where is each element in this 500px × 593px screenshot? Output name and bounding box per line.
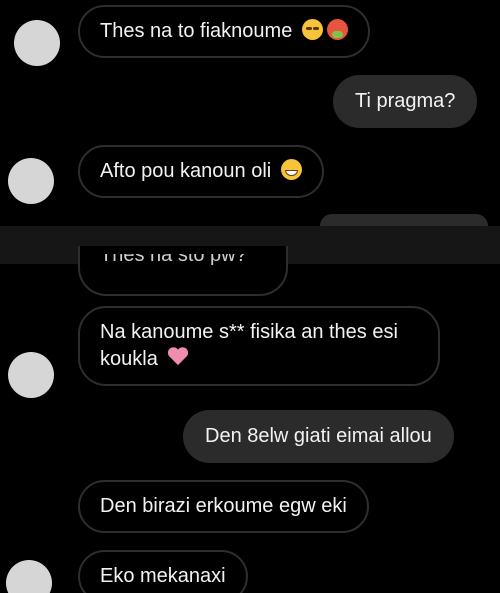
message-text: Ti pragma?	[355, 90, 456, 112]
outgoing-message[interactable]: Ti pragma?	[333, 75, 478, 128]
message-text: Eko mekanaxi	[100, 565, 226, 587]
sender-avatar[interactable]	[8, 158, 54, 204]
message-text: Na kanoume s** fisika an thes esi koukla	[100, 321, 398, 370]
incoming-message[interactable]: Na kanoume s** fisika an thes esi koukla	[78, 306, 440, 386]
pink-heart-emoji	[167, 346, 189, 368]
incoming-message[interactable]: Afto pou kanoun oli	[78, 145, 324, 198]
message-text: Den birazi erkoume egw eki	[100, 495, 347, 517]
sender-avatar[interactable]	[14, 20, 60, 66]
sender-avatar[interactable]	[6, 560, 52, 593]
grinning-face-emoji	[280, 159, 302, 180]
hugging-face-emoji	[301, 19, 323, 40]
message-text: Den 8elw giati eimai allou	[205, 425, 432, 447]
vomiting-face-emoji	[326, 19, 348, 40]
chat-screen: Thes na to fiaknoume Ti pragma? Afto pou…	[0, 0, 500, 593]
incoming-message[interactable]: Den birazi erkoume egw eki	[78, 480, 369, 533]
incoming-message[interactable]: Eko mekanaxi	[78, 550, 248, 593]
sender-avatar[interactable]	[8, 352, 54, 398]
outgoing-message[interactable]: Den 8elw giati eimai allou	[183, 410, 454, 463]
message-text-cut: Thes na sto pw?	[100, 254, 247, 266]
incoming-message[interactable]: Thes na to fiaknoume	[78, 5, 370, 58]
message-text: Thes na to fiaknoume	[100, 20, 293, 42]
message-text: Afto pou kanoun oli	[100, 160, 272, 182]
